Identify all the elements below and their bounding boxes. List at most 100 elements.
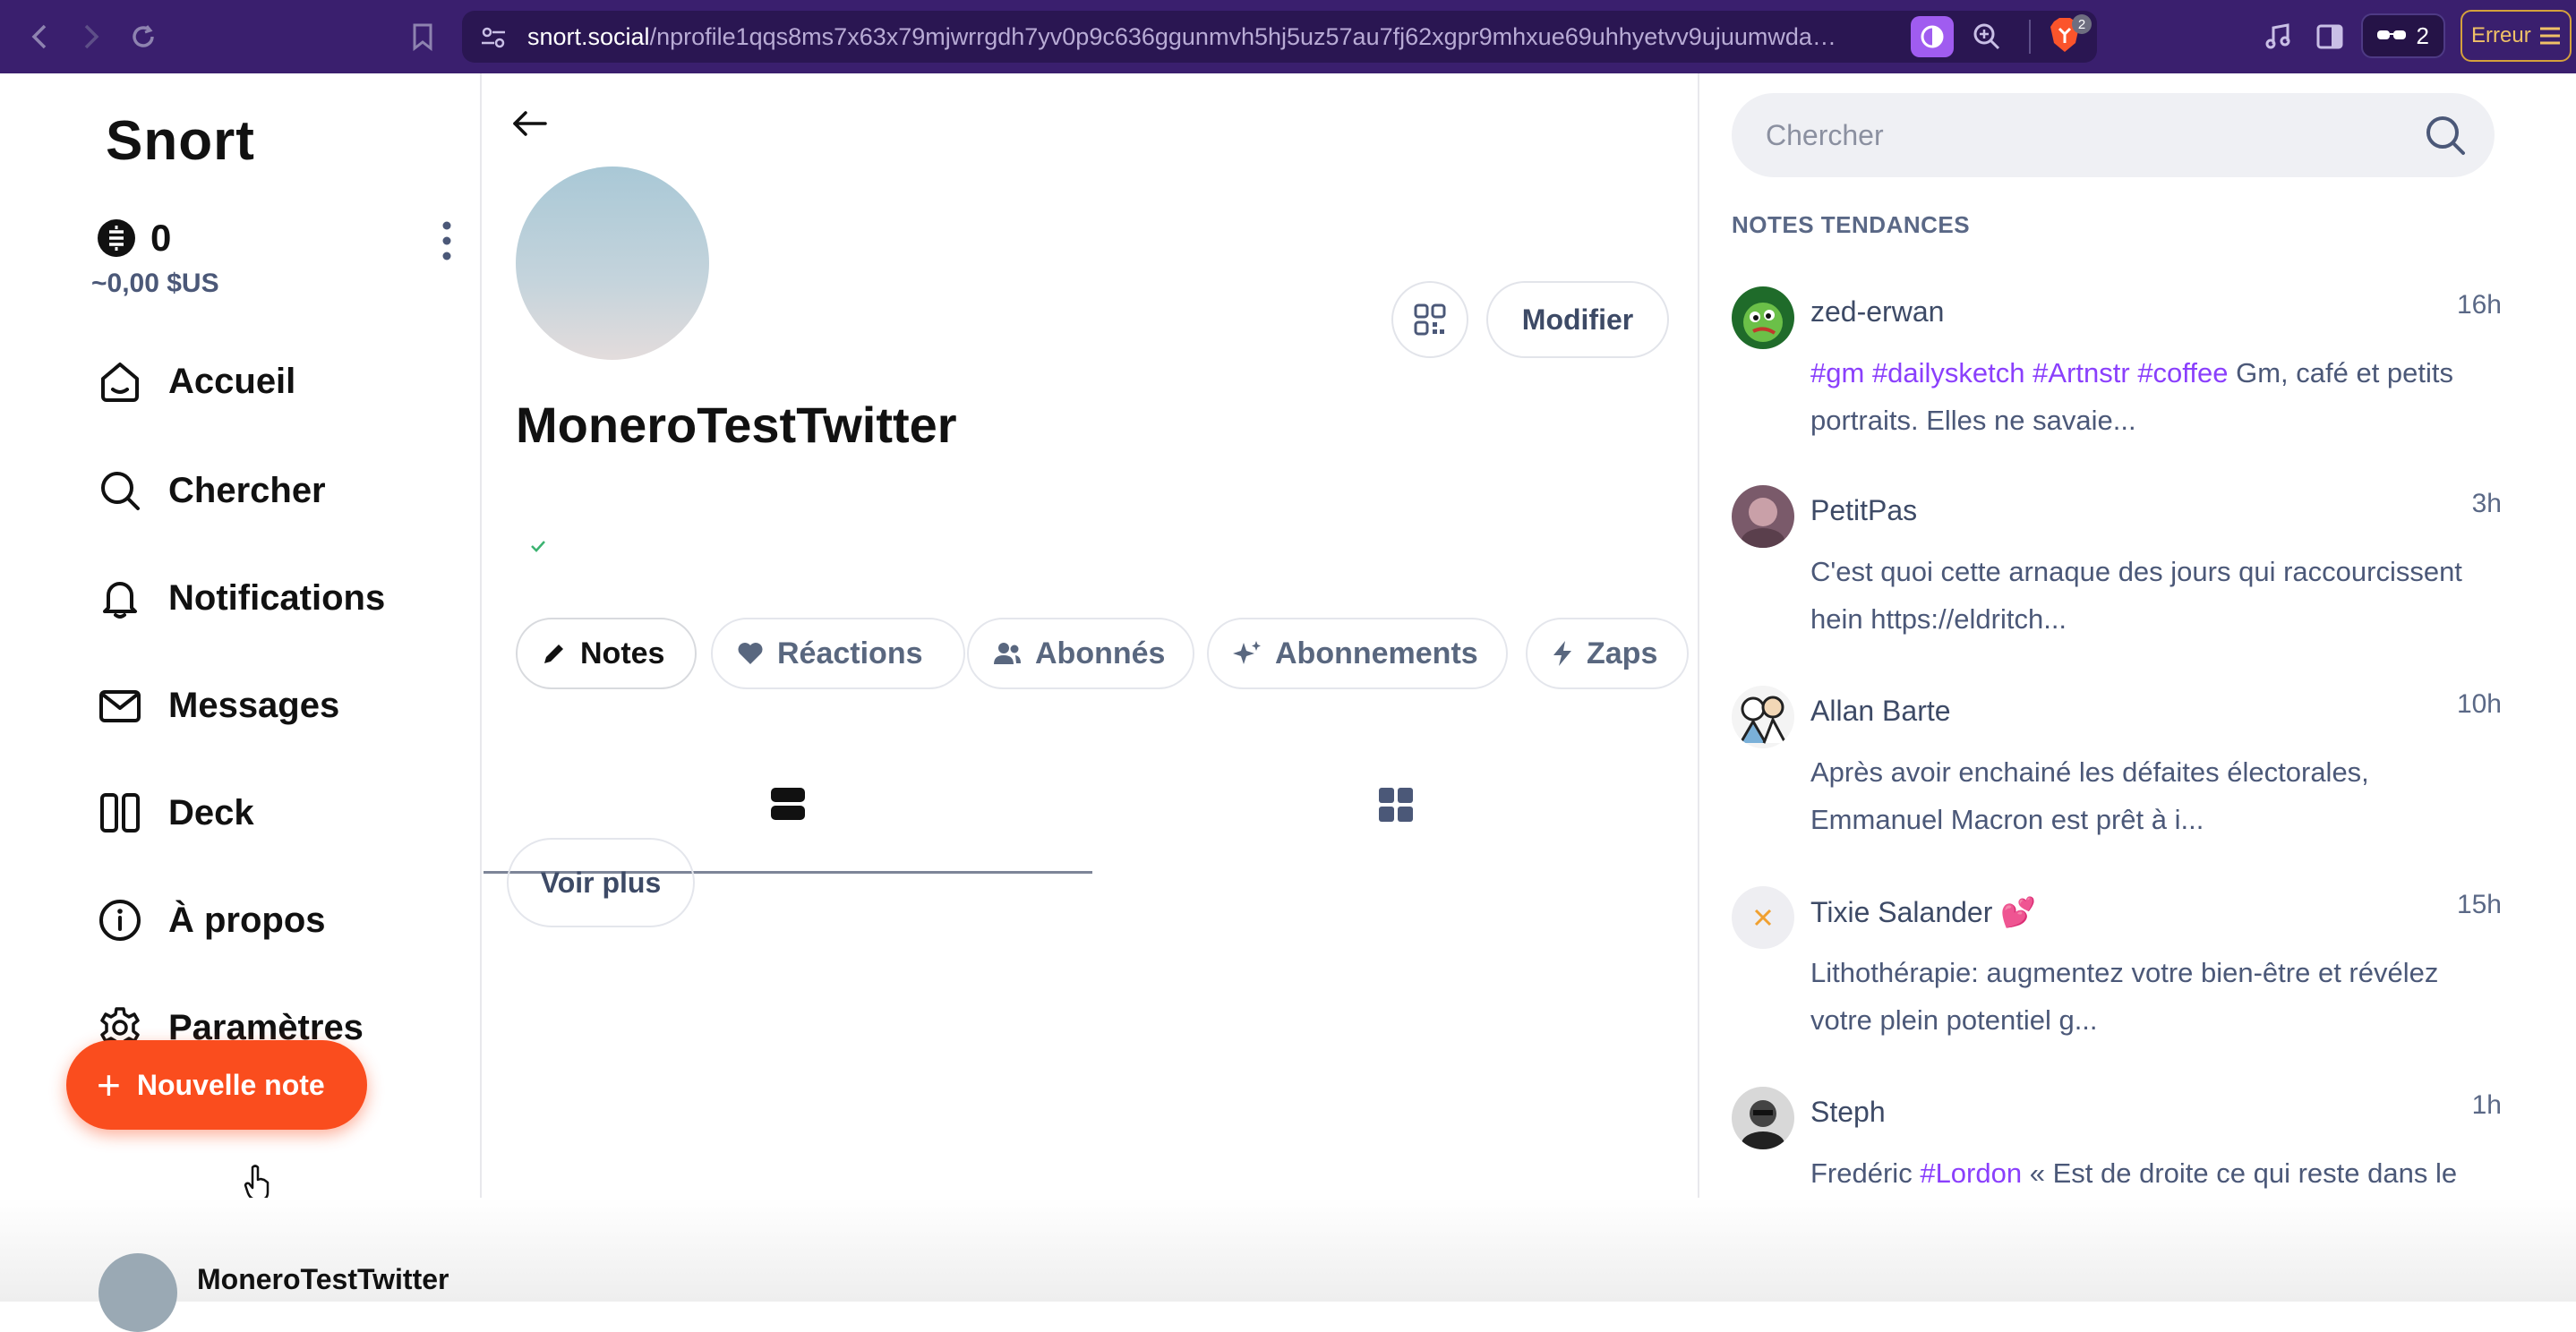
hamburger-icon [2539, 27, 2560, 45]
search-input[interactable] [1764, 117, 2391, 153]
avatar[interactable] [1732, 886, 1794, 949]
avatar[interactable] [1732, 485, 1794, 548]
browser-toolbar: snort.social/nprofile1qqs8ms7x63x79mjwrr… [0, 0, 2576, 73]
tab-label: Notes [580, 636, 665, 670]
address-bar[interactable]: snort.social/nprofile1qqs8ms7x63x79mjwrr… [462, 11, 2097, 63]
nav-item-chercher[interactable]: Chercher [95, 464, 326, 517]
search-icon[interactable] [2423, 113, 2468, 158]
tab-notes[interactable]: Notes [516, 618, 697, 689]
avatar[interactable] [1732, 286, 1794, 349]
zoom-button[interactable] [1972, 21, 2002, 56]
note-time: 15h [2456, 890, 2502, 919]
glasses-icon [2377, 30, 2406, 39]
check-icon [530, 535, 546, 559]
sidebar-toggle-button[interactable] [2312, 19, 2348, 55]
hashtag[interactable]: #Lordon [1920, 1157, 2022, 1189]
error-menu-button[interactable]: Erreur [2460, 10, 2572, 62]
qr-code-button[interactable] [1391, 281, 1468, 358]
home-icon [95, 356, 145, 406]
wallet-balance[interactable]: 0 [97, 217, 171, 260]
note-time: 1h [2471, 1090, 2502, 1120]
nav-label: Messages [168, 685, 340, 725]
heart-icon [736, 640, 765, 667]
trending-note[interactable]: Tixie Salander 💕 15h Lithothérapie: augm… [1732, 886, 2502, 1065]
avatar[interactable] [98, 1253, 177, 1332]
reload-button[interactable] [125, 19, 161, 55]
note-author[interactable]: Tixie Salander 💕 [1810, 895, 2036, 929]
extension-icon [1921, 25, 1944, 48]
trending-note[interactable]: PetitPas 3h C'est quoi cette arnaque des… [1732, 485, 2502, 664]
tab-abonnements[interactable]: Abonnements [1207, 618, 1508, 689]
pencil-icon [541, 640, 568, 667]
show-more-button[interactable]: Voir plus [507, 838, 695, 927]
tab-reactions[interactable]: Réactions [711, 618, 965, 689]
hashtag[interactable]: #gm [1810, 357, 1864, 388]
columns-icon [95, 788, 145, 838]
chevron-right-icon [84, 24, 99, 49]
tab-abonnes[interactable]: Abonnés [967, 618, 1194, 689]
note-time: 10h [2456, 689, 2502, 719]
qr-code-icon [1414, 303, 1446, 336]
back-nav-button[interactable] [21, 19, 57, 55]
sats-icon [98, 219, 135, 257]
nav-label: Deck [168, 792, 254, 832]
nav-label: À propos [168, 900, 326, 940]
new-note-button[interactable]: + Nouvelle note [66, 1040, 367, 1130]
tab-zaps[interactable]: Zaps [1526, 618, 1689, 689]
sidebar-panel-icon [2316, 24, 2343, 49]
wallet-button[interactable]: 2 [2361, 13, 2445, 58]
plus-icon: + [97, 1062, 121, 1108]
search-box[interactable] [1732, 93, 2495, 177]
note-author[interactable]: zed-erwan [1810, 295, 1944, 329]
trending-note[interactable]: Allan Barte 10h Après avoir enchainé les… [1732, 686, 2502, 865]
note-author[interactable]: Allan Barte [1810, 695, 1951, 728]
left-sidebar: Snort 0 ~0,00 $US Accueil Chercher Notif… [0, 73, 482, 1302]
forward-nav-button[interactable] [73, 19, 109, 55]
current-user-chip[interactable]: MoneroTestTwitter [98, 1253, 449, 1332]
tab-label: Réactions [777, 636, 923, 670]
profile-name: MoneroTestTwitter [516, 397, 957, 453]
note-text: Fredéric #Lordon « Est de droite ce qui … [1810, 1149, 2464, 1244]
note-author[interactable]: PetitPas [1810, 494, 1917, 527]
note-author[interactable]: Steph [1810, 1096, 1886, 1129]
sparkles-icon [1232, 639, 1262, 668]
hashtag[interactable]: #dailysketch [1872, 357, 2025, 388]
error-label: Erreur [2471, 23, 2531, 47]
hashtag[interactable]: #coffee [2137, 357, 2228, 388]
wallet-count: 2 [2416, 21, 2429, 49]
hashtag[interactable]: #Artnstr [2033, 357, 2130, 388]
zoom-icon [1973, 23, 2000, 50]
note-time: 3h [2471, 489, 2502, 518]
list-view-icon [771, 787, 805, 820]
url-text: snort.social/nprofile1qqs8ms7x63x79mjwrr… [527, 23, 1844, 51]
snort-logo[interactable]: Snort [106, 109, 255, 173]
nav-item-a-propos[interactable]: À propos [95, 893, 326, 947]
brave-shields-button[interactable]: 2 [2047, 14, 2092, 57]
nav-item-deck[interactable]: Deck [95, 786, 254, 840]
trending-note[interactable]: zed-erwan 16h #gm #dailysketch #Artnstr … [1732, 286, 2502, 465]
nav-item-notifications[interactable]: Notifications [95, 571, 385, 625]
avatar[interactable] [1732, 686, 1794, 748]
wallet-menu-button[interactable] [433, 218, 460, 263]
divider [2029, 20, 2031, 54]
grid-view-toggle[interactable] [1092, 736, 1699, 874]
reload-icon [133, 25, 154, 47]
avatar[interactable] [1732, 1087, 1794, 1149]
media-button[interactable] [2260, 19, 2296, 55]
edit-profile-button[interactable]: Modifier [1486, 281, 1669, 358]
arrow-left-icon [513, 111, 547, 136]
lightning-icon [1551, 639, 1574, 668]
note-prefix: Fredéric [1810, 1157, 1913, 1189]
back-button[interactable] [505, 98, 555, 149]
nav-item-accueil[interactable]: Accueil [95, 354, 295, 408]
bookmark-button[interactable] [405, 19, 441, 55]
nav-label: Accueil [168, 361, 296, 401]
note-text: C'est quoi cette arnaque des jours qui r… [1810, 556, 2462, 635]
tab-label: Zaps [1587, 636, 1658, 670]
extension-button[interactable] [1911, 16, 1954, 57]
note-text: Après avoir enchainé les défaites électo… [1810, 756, 2369, 835]
current-user-name: MoneroTestTwitter [197, 1262, 449, 1295]
trending-note[interactable]: Steph 1h Fredéric #Lordon « Est de droit… [1732, 1087, 2502, 1266]
nav-item-messages[interactable]: Messages [95, 679, 339, 732]
bookmark-icon [413, 23, 432, 51]
